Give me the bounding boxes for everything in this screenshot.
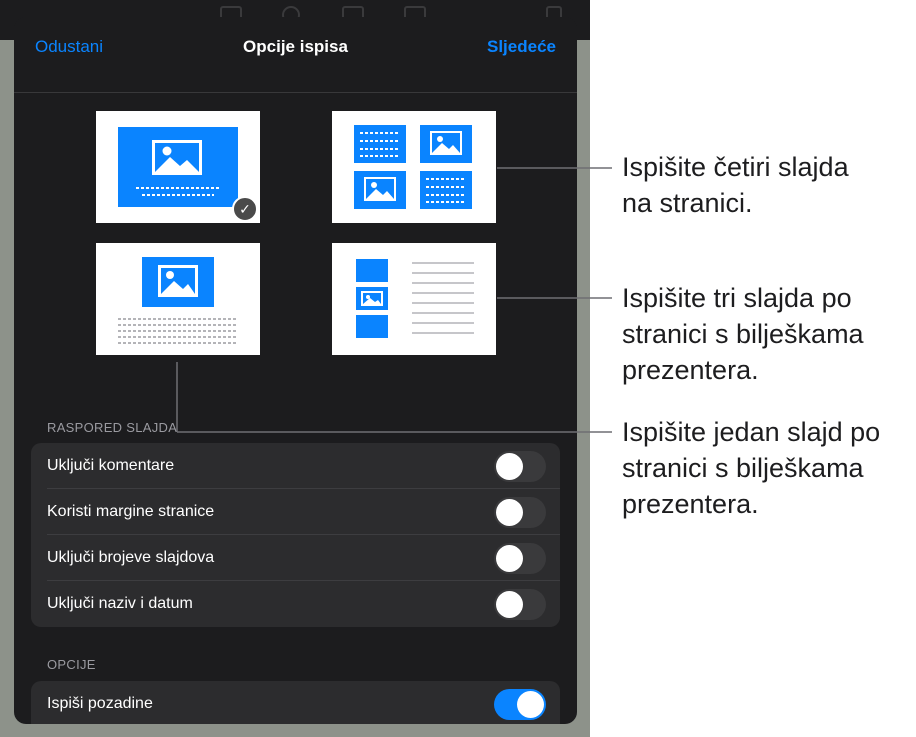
toggle-knob <box>496 453 523 480</box>
toggle-knob <box>496 499 523 526</box>
option-row-margins: Koristi margine stranice <box>31 489 560 535</box>
print-options-group: Ispiši pozadine <box>31 681 560 724</box>
navigation-bar: Odustani Opcije ispisa Sljedeće <box>14 17 577 93</box>
four-slides-preview-icon <box>354 125 472 209</box>
slide-with-notes-preview-icon <box>118 257 238 344</box>
layout-options-group: Uključi komentare Koristi margine strani… <box>31 443 560 627</box>
option-label: Uključi naziv i datum <box>47 595 193 612</box>
three-slides-with-notes-preview-icon <box>356 259 474 338</box>
option-row-name-date: Uključi naziv i datum <box>31 581 560 627</box>
print-backgrounds-toggle[interactable] <box>494 689 546 720</box>
option-row-comments: Uključi komentare <box>31 443 560 489</box>
toggle-knob <box>517 691 544 718</box>
callout-line: Ispišite četiri slajda <box>622 152 849 182</box>
callout-line: stranici s bilješkama <box>622 453 864 483</box>
option-row-backgrounds: Ispiši pozadine <box>31 681 560 724</box>
toggle-knob <box>496 591 523 618</box>
callout-three-slides: Ispišite tri slajda po stranici s bilješ… <box>622 280 864 388</box>
selected-checkmark-icon: ✓ <box>232 196 258 222</box>
option-label: Uključi komentare <box>47 457 175 474</box>
layout-section-header: RASPORED SLAJDA <box>47 420 178 435</box>
callout-line: Ispišite jedan slajd po <box>622 417 881 447</box>
next-button[interactable]: Sljedeće <box>487 37 556 57</box>
callout-line: Ispišite tri slajda po <box>622 283 852 313</box>
layout-three-slides-with-notes[interactable] <box>332 243 496 355</box>
callout-line: prezentera. <box>622 489 759 519</box>
callout-one-slide: Ispišite jedan slajd po stranici s bilje… <box>622 414 880 522</box>
page-margins-toggle[interactable] <box>494 497 546 528</box>
print-options-panel: Odustani Opcije ispisa Sljedeće ✓ RASPOR… <box>14 17 577 724</box>
layout-one-slide-with-notes[interactable] <box>96 243 260 355</box>
include-comments-toggle[interactable] <box>494 451 546 482</box>
option-label: Ispiši pozadine <box>47 695 153 712</box>
callout-line: stranici s bilješkama <box>622 319 864 349</box>
slide-numbers-toggle[interactable] <box>494 543 546 574</box>
option-label: Uključi brojeve slajdova <box>47 549 215 566</box>
option-label: Koristi margine stranice <box>47 503 215 520</box>
callout-four-slides: Ispišite četiri slajda na stranici. <box>622 149 849 221</box>
callout-line: na stranici. <box>622 188 753 218</box>
options-section-header: OPCIJE <box>47 657 96 672</box>
layout-four-slides[interactable] <box>332 111 496 223</box>
callout-line: prezentera. <box>622 355 759 385</box>
toggle-knob <box>496 545 523 572</box>
name-date-toggle[interactable] <box>494 589 546 620</box>
option-row-slide-numbers: Uključi brojeve slajdova <box>31 535 560 581</box>
